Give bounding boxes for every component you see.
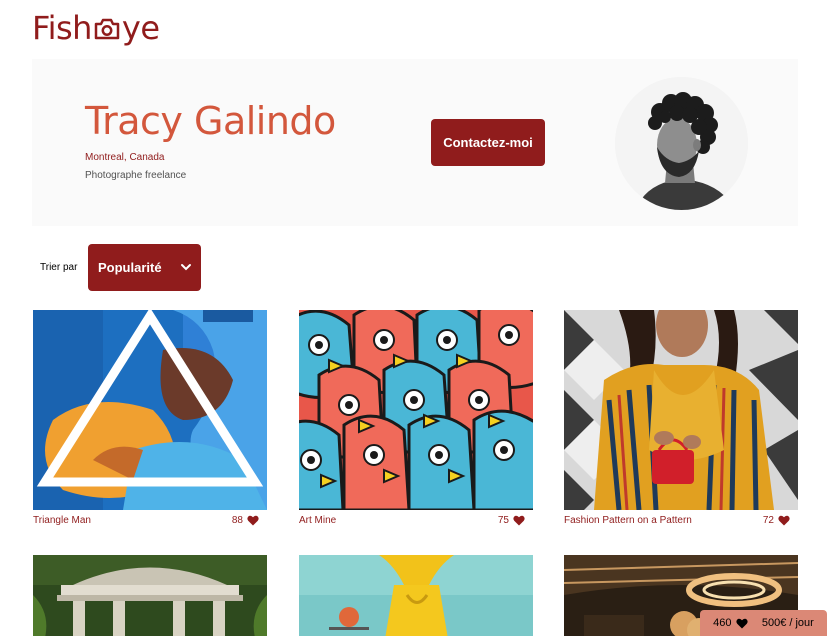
media-thumbnail[interactable]	[564, 310, 798, 510]
media-card[interactable]: Fashion Pattern on a Pattern 72	[564, 310, 798, 530]
chevron-down-icon	[181, 264, 191, 271]
media-likes: 72	[763, 515, 790, 526]
media-card[interactable]: Triangle Man 88	[33, 310, 267, 530]
media-title: Triangle Man	[33, 514, 91, 526]
media-meta: Fashion Pattern on a Pattern 72	[564, 510, 798, 530]
photographer-header: Tracy Galindo Montreal, Canada Photograp…	[32, 59, 798, 226]
media-likes: 75	[498, 515, 525, 526]
heart-icon[interactable]	[778, 515, 790, 526]
likes-price-bar: 460 500€ / jour	[700, 610, 827, 636]
media-thumbnail[interactable]	[33, 555, 267, 636]
media-likes: 88	[232, 515, 259, 526]
media-title: Art Mine	[299, 514, 337, 526]
like-count: 72	[762, 514, 774, 526]
like-count: 88	[231, 514, 243, 526]
heart-icon	[735, 618, 748, 628]
sort-dropdown[interactable]: Popularité	[88, 244, 201, 291]
media-thumbnail[interactable]	[299, 310, 533, 510]
total-likes-count: 460	[713, 617, 732, 629]
logo-text-left: Fish	[32, 9, 92, 47]
total-likes: 460	[713, 617, 748, 629]
sort-selected-value: Popularité	[98, 260, 162, 275]
media-title: Fashion Pattern on a Pattern	[564, 514, 692, 526]
camera-icon	[93, 17, 121, 41]
photographer-location: Montreal, Canada	[85, 152, 165, 163]
media-meta: Triangle Man 88	[33, 510, 267, 530]
sort-label: Trier par	[40, 262, 78, 273]
heart-icon[interactable]	[513, 515, 525, 526]
media-thumbnail[interactable]	[33, 310, 267, 510]
daily-price: 500€ / jour	[761, 617, 814, 629]
contact-button[interactable]: Contactez-moi	[431, 119, 545, 166]
like-count: 75	[497, 514, 509, 526]
photographer-tagline: Photographe freelance	[85, 170, 187, 181]
heart-icon[interactable]	[247, 515, 259, 526]
fisheye-logo[interactable]: Fish ye	[32, 8, 160, 48]
photographer-avatar	[615, 77, 748, 210]
media-thumbnail[interactable]	[299, 555, 533, 636]
media-meta: Art Mine 75	[299, 510, 533, 530]
media-card[interactable]: Art Mine 75	[299, 310, 533, 530]
photographer-name: Tracy Galindo	[85, 99, 336, 143]
logo-text-right: ye	[121, 9, 160, 47]
